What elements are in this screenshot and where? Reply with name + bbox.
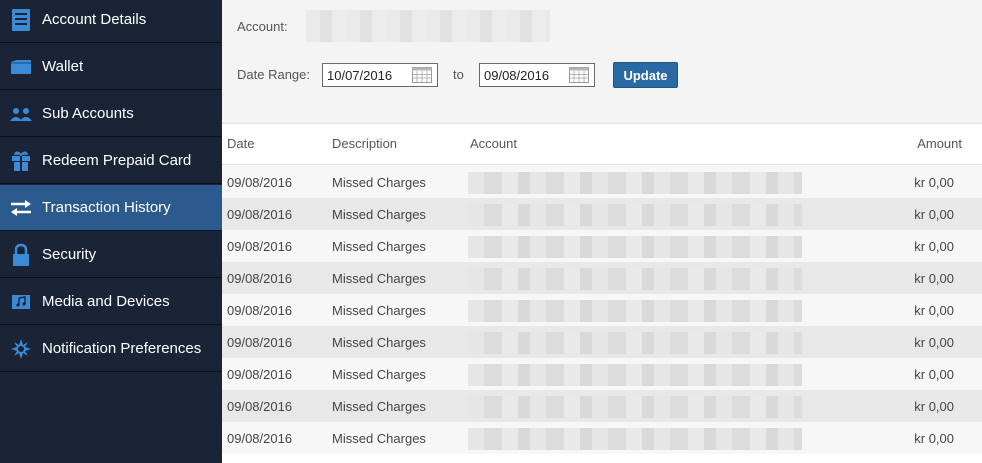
row-amount: kr 0,00 — [914, 303, 954, 318]
gift-icon — [0, 138, 42, 184]
filter-panel: Account: Date Range: to Update — [222, 0, 982, 124]
table-row[interactable]: 09/08/2016 Missed Charges kr 0,00 — [222, 262, 982, 294]
update-button[interactable]: Update — [613, 62, 678, 88]
sidebar-item-transaction-history[interactable]: Transaction History — [0, 185, 222, 231]
transfer-arrows-icon — [0, 185, 42, 231]
row-description: Missed Charges — [332, 431, 426, 446]
sidebar-item-label: Redeem Prepaid Card — [42, 152, 192, 169]
sidebar-item-account-details[interactable]: Account Details — [0, 0, 222, 43]
row-description: Missed Charges — [332, 207, 426, 222]
date-range-label: Date Range: — [237, 67, 310, 82]
media-icon — [0, 279, 42, 325]
table-row[interactable]: 09/08/2016 Missed Charges kr 0,00 — [222, 230, 982, 262]
row-date: 09/08/2016 — [227, 399, 293, 414]
column-header-account[interactable]: Account — [470, 136, 517, 151]
sidebar-item-label: Account Details — [42, 11, 147, 28]
row-description: Missed Charges — [332, 239, 426, 254]
sidebar-item-redeem-prepaid-card[interactable]: Redeem Prepaid Card — [0, 138, 222, 184]
row-amount: kr 0,00 — [914, 367, 954, 382]
row-amount: kr 0,00 — [914, 207, 954, 222]
row-date: 09/08/2016 — [227, 431, 293, 446]
row-account-redacted — [468, 236, 802, 258]
row-date: 09/08/2016 — [227, 303, 293, 318]
notification-burst-icon — [0, 326, 42, 372]
sidebar-item-label: Security — [42, 246, 97, 263]
account-label: Account: — [237, 19, 288, 34]
row-account-redacted — [468, 268, 802, 290]
sidebar-item-label: Media and Devices — [42, 293, 170, 310]
row-amount: kr 0,00 — [914, 431, 954, 446]
sub-accounts-icon — [0, 91, 42, 137]
row-amount: kr 0,00 — [914, 239, 954, 254]
row-account-redacted — [468, 396, 802, 418]
sidebar-item-label: Wallet — [42, 58, 84, 75]
column-header-amount[interactable]: Amount — [917, 136, 962, 151]
table-row[interactable]: 09/08/2016 Missed Charges kr 0,00 — [222, 358, 982, 390]
sidebar-item-wallet[interactable]: Wallet — [0, 44, 222, 90]
row-date: 09/08/2016 — [227, 207, 293, 222]
header-divider — [222, 164, 982, 165]
account-value-redacted — [306, 10, 550, 42]
row-date: 09/08/2016 — [227, 271, 293, 286]
row-amount: kr 0,00 — [914, 399, 954, 414]
sidebar-item-notification-preferences[interactable]: Notification Preferences — [0, 326, 222, 372]
sidebar: Account Details Wallet Sub Accounts Rede… — [0, 0, 222, 463]
row-account-redacted — [468, 428, 802, 450]
table-row[interactable]: 09/08/2016 Missed Charges kr 0,00 — [222, 390, 982, 422]
column-header-date[interactable]: Date — [227, 136, 254, 151]
sidebar-item-label: Sub Accounts — [42, 105, 134, 122]
lock-icon — [0, 232, 42, 278]
row-date: 09/08/2016 — [227, 367, 293, 382]
row-amount: kr 0,00 — [914, 335, 954, 350]
row-account-redacted — [468, 332, 802, 354]
row-account-redacted — [468, 364, 802, 386]
row-description: Missed Charges — [332, 399, 426, 414]
row-date: 09/08/2016 — [227, 239, 293, 254]
row-description: Missed Charges — [332, 175, 426, 190]
column-header-description[interactable]: Description — [332, 136, 397, 151]
table-row[interactable]: 09/08/2016 Missed Charges kr 0,00 — [222, 294, 982, 326]
table-row[interactable]: 09/08/2016 Missed Charges kr 0,00 — [222, 198, 982, 230]
row-date: 09/08/2016 — [227, 175, 293, 190]
row-account-redacted — [468, 204, 802, 226]
row-description: Missed Charges — [332, 303, 426, 318]
sidebar-item-label: Notification Preferences — [42, 340, 202, 357]
sidebar-item-sub-accounts[interactable]: Sub Accounts — [0, 91, 222, 137]
row-account-redacted — [468, 172, 802, 194]
row-amount: kr 0,00 — [914, 271, 954, 286]
row-description: Missed Charges — [332, 271, 426, 286]
table-row[interactable]: 09/08/2016 Missed Charges kr 0,00 — [222, 326, 982, 358]
sidebar-item-label: Transaction History — [42, 199, 171, 216]
transaction-table-body: 09/08/2016 Missed Charges kr 0,00 09/08/… — [222, 166, 982, 454]
row-date: 09/08/2016 — [227, 335, 293, 350]
table-row[interactable]: 09/08/2016 Missed Charges kr 0,00 — [222, 166, 982, 198]
to-label: to — [453, 67, 464, 82]
row-description: Missed Charges — [332, 335, 426, 350]
row-amount: kr 0,00 — [914, 175, 954, 190]
calendar-icon[interactable] — [569, 67, 589, 83]
account-details-icon — [0, 0, 42, 43]
row-account-redacted — [468, 300, 802, 322]
main-content: Account: Date Range: to Update Date Desc… — [222, 0, 982, 463]
sidebar-item-media-and-devices[interactable]: Media and Devices — [0, 279, 222, 325]
table-row[interactable]: 09/08/2016 Missed Charges kr 0,00 — [222, 422, 982, 454]
wallet-icon — [0, 44, 42, 90]
calendar-icon[interactable] — [412, 67, 432, 83]
sidebar-item-security[interactable]: Security — [0, 232, 222, 278]
row-description: Missed Charges — [332, 367, 426, 382]
